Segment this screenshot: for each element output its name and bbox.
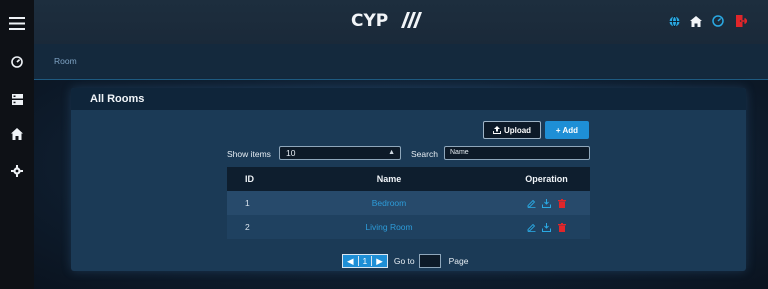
upload-button[interactable]: Upload: [483, 121, 541, 139]
select-arrows-icon: ▲: [388, 149, 395, 156]
cyp-logo: CYP: [351, 9, 425, 31]
col-operation: Operation: [525, 174, 568, 184]
next-page-button[interactable]: ▶: [372, 256, 387, 267]
add-label: + Add: [555, 125, 579, 135]
main-content: All Rooms Upload + Add Show items 10 ▲ S…: [34, 80, 768, 289]
row-operations: [503, 198, 590, 208]
globe-icon[interactable]: [666, 13, 682, 29]
goto-label: Go to: [393, 256, 415, 266]
col-id: ID: [245, 174, 254, 184]
menu-icon[interactable]: [0, 10, 34, 36]
pager-box: ◀ 1 ▶: [342, 254, 388, 268]
edit-icon[interactable]: [527, 199, 536, 208]
page-label: Page: [448, 256, 469, 266]
home-device-icon[interactable]: [0, 121, 34, 147]
panel-header: All Rooms: [71, 88, 746, 110]
delete-icon[interactable]: [557, 198, 566, 208]
download-icon[interactable]: [542, 198, 551, 208]
table-header: ID Name Operation: [227, 167, 590, 191]
search-input[interactable]: Name: [444, 146, 590, 160]
show-items-label: Show items: [227, 149, 271, 159]
logo-text: CYP: [351, 11, 388, 31]
upload-label: Upload: [503, 125, 532, 135]
breadcrumb: Room: [34, 44, 768, 80]
delete-icon[interactable]: [557, 222, 566, 232]
top-header: CYP: [34, 0, 768, 44]
table-row: 1 Bedroom: [227, 191, 590, 215]
page-title: All Rooms: [90, 93, 145, 105]
add-button[interactable]: + Add: [545, 121, 589, 139]
goto-page-input[interactable]: [418, 254, 441, 268]
row-id: 2: [245, 222, 250, 232]
row-operations: [503, 222, 590, 232]
settings-icon[interactable]: [0, 158, 34, 184]
table-row: 2 Living Room: [227, 215, 590, 239]
dashboard-icon[interactable]: [0, 49, 34, 75]
download-icon[interactable]: [542, 222, 551, 232]
rooms-table: ID Name Operation 1 Bedroom 2 Living Roo…: [227, 167, 590, 239]
row-id: 1: [245, 198, 250, 208]
row-name-link[interactable]: Living Room: [275, 222, 503, 232]
upload-icon: [492, 126, 501, 134]
show-items-select[interactable]: 10 ▲: [279, 146, 401, 160]
col-name: Name: [376, 174, 402, 184]
search-label: Search: [411, 149, 438, 159]
prev-page-button[interactable]: ◀: [343, 256, 358, 267]
pagination: ◀ 1 ▶ Go to Page: [342, 254, 468, 268]
home-icon[interactable]: [688, 13, 704, 29]
logout-icon[interactable]: [733, 13, 749, 29]
row-name-link[interactable]: Bedroom: [275, 198, 503, 208]
rooms-panel: All Rooms Upload + Add Show items 10 ▲ S…: [71, 88, 746, 271]
breadcrumb-room[interactable]: Room: [54, 56, 77, 66]
show-items-value: 10: [286, 148, 296, 158]
edit-icon[interactable]: [527, 223, 536, 232]
current-page: 1: [357, 256, 373, 266]
server-icon[interactable]: [0, 86, 34, 112]
search-placeholder: Name: [450, 149, 469, 156]
left-nav: [0, 0, 34, 289]
speedometer-icon[interactable]: [710, 13, 726, 29]
